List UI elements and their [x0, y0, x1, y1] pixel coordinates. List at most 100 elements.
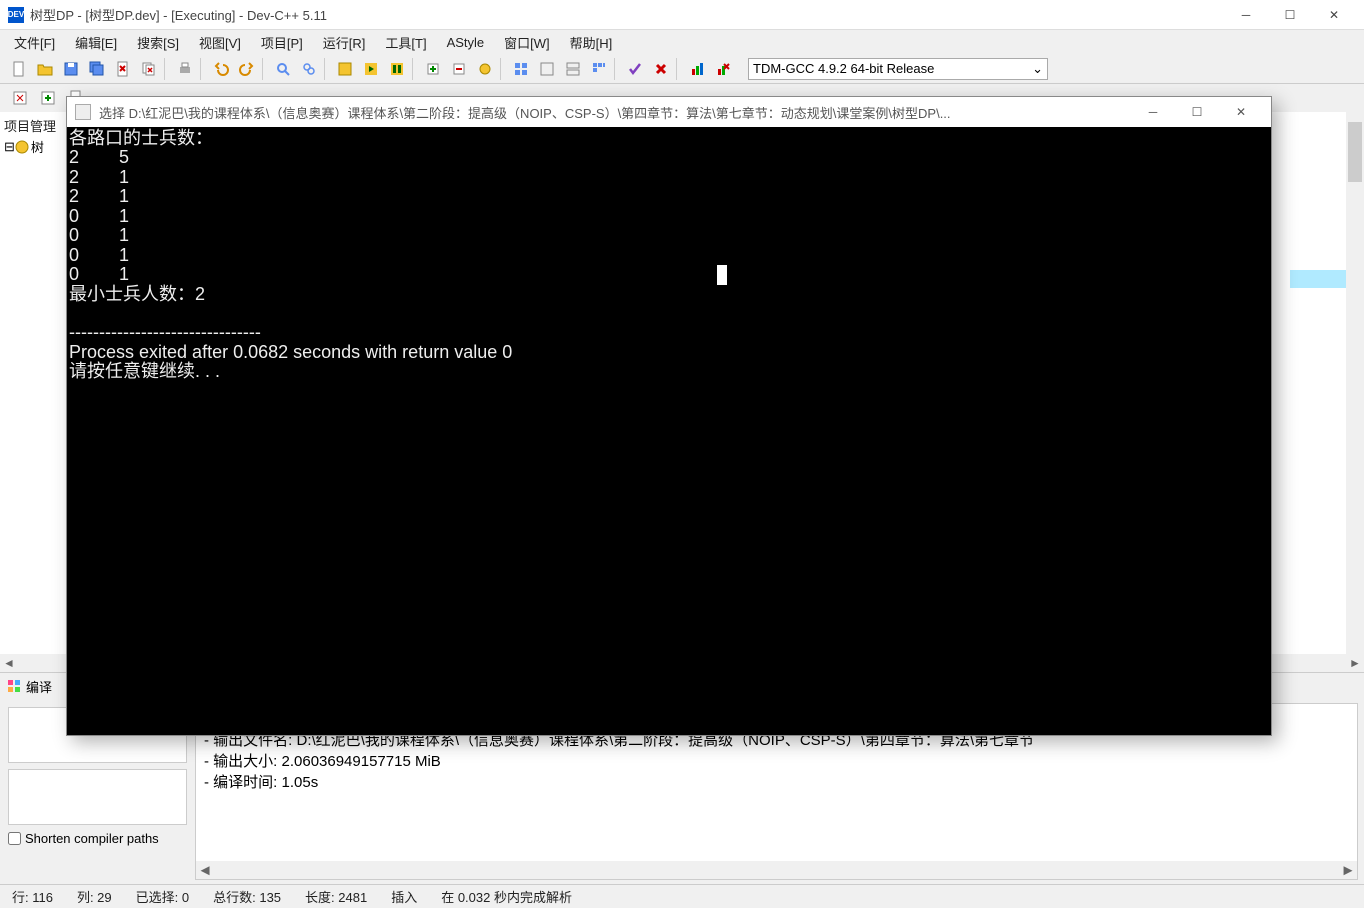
undo-icon[interactable]: [210, 58, 232, 80]
menu-file[interactable]: 文件[F]: [4, 31, 65, 54]
status-total: 总行数: 135: [201, 887, 293, 906]
toolbar-sep: [614, 58, 620, 80]
check-icon[interactable]: [624, 58, 646, 80]
console-line: Process exited after 0.0682 seconds with…: [69, 342, 512, 362]
console-line: 2 5: [69, 147, 129, 167]
toolbar: TDM-GCC 4.9.2 64-bit Release ⌄: [0, 54, 1364, 84]
console-close-button[interactable]: ✕: [1219, 98, 1263, 126]
close-file-icon[interactable]: [112, 58, 134, 80]
close-button[interactable]: ✕: [1312, 0, 1356, 30]
maximize-button[interactable]: ☐: [1268, 0, 1312, 30]
grid3-icon[interactable]: [562, 58, 584, 80]
menu-astyle[interactable]: AStyle: [437, 33, 495, 52]
grid2-icon[interactable]: [536, 58, 558, 80]
scroll-left-icon[interactable]: ◄: [196, 861, 214, 879]
debug-add-icon[interactable]: [422, 58, 444, 80]
toolbar-sep: [200, 58, 206, 80]
toolbar-sep: [164, 58, 170, 80]
status-ins: 插入: [379, 887, 429, 906]
project-sidebar: 项目管理 ⊟ 树: [0, 112, 70, 654]
console-line: 各路口的士兵数：: [69, 128, 213, 148]
run-icon[interactable]: [360, 58, 382, 80]
scroll-right-icon[interactable]: ►: [1339, 861, 1357, 879]
grid4-icon[interactable]: [588, 58, 610, 80]
console-title: 选择 D:\红泥巴\我的课程体系\（信息奥赛）课程体系\第二阶段：提高级（NOI…: [99, 103, 1131, 122]
tab-add-icon[interactable]: [36, 87, 60, 109]
chevron-down-icon: ⌄: [1032, 61, 1043, 77]
console-icon: [75, 104, 91, 120]
shorten-paths-input[interactable]: [8, 832, 21, 845]
save-all-icon[interactable]: [86, 58, 108, 80]
compile-tab-icon: [6, 678, 22, 694]
grid1-icon[interactable]: [510, 58, 532, 80]
console-titlebar[interactable]: 选择 D:\红泥巴\我的课程体系\（信息奥赛）课程体系\第二阶段：提高级（NOI…: [67, 97, 1271, 127]
console-line: 2 1: [69, 167, 129, 187]
tree-expand-icon[interactable]: ⊟: [4, 139, 15, 155]
status-sel: 已选择: 0: [124, 887, 201, 906]
debug-remove-icon[interactable]: [448, 58, 470, 80]
console-line: 0 1: [69, 225, 129, 245]
console-line: 0 1: [69, 264, 129, 284]
status-parse: 在 0.032 秒内完成解析: [429, 887, 584, 906]
profile-stop-icon[interactable]: [712, 58, 734, 80]
tab-close-icon[interactable]: [8, 87, 32, 109]
statusbar: 行: 116 列: 29 已选择: 0 总行数: 135 长度: 2481 插入…: [0, 884, 1364, 908]
scrollbar-thumb[interactable]: [1348, 122, 1362, 182]
scroll-right-icon[interactable]: ►: [1346, 654, 1364, 672]
toolbar-sep: [262, 58, 268, 80]
shorten-paths-checkbox[interactable]: Shorten compiler paths: [8, 831, 187, 846]
compile-run-icon[interactable]: [386, 58, 408, 80]
output-tab-label[interactable]: 编译: [26, 677, 52, 696]
print-icon[interactable]: [174, 58, 196, 80]
output-line: - 输出大小: 2.06036949157715 MiB: [204, 750, 1349, 771]
menu-help[interactable]: 帮助[H]: [560, 31, 623, 54]
main-titlebar: DEV 树型DP - [树型DP.dev] - [Executing] - De…: [0, 0, 1364, 30]
editor-vscroll[interactable]: [1346, 112, 1364, 654]
console-minimize-button[interactable]: ─: [1131, 98, 1175, 126]
console-line: 0 1: [69, 206, 129, 226]
find-icon[interactable]: [272, 58, 294, 80]
console-output[interactable]: 各路口的士兵数： 2 5 2 1 2 1 0 1 0 1 0 1 0 1 最小士…: [67, 127, 1271, 735]
tree-root-label: 树: [31, 137, 44, 156]
scroll-left-icon[interactable]: ◄: [0, 654, 18, 672]
profile-icon[interactable]: [686, 58, 708, 80]
toolbar-sep: [500, 58, 506, 80]
console-line: 最小士兵人数：2: [69, 284, 205, 304]
menu-tools[interactable]: 工具[T]: [375, 31, 436, 54]
console-line: 2 1: [69, 186, 129, 206]
editor-highlight-line: [1290, 270, 1346, 288]
menu-window[interactable]: 窗口[W]: [494, 31, 560, 54]
output-line: - 编译时间: 1.05s: [204, 771, 1349, 792]
toolbar-sep: [324, 58, 330, 80]
redo-icon[interactable]: [236, 58, 258, 80]
console-window: 选择 D:\红泥巴\我的课程体系\（信息奥赛）课程体系\第二阶段：提高级（NOI…: [66, 96, 1272, 736]
output-box-2: [8, 769, 187, 825]
output-hscroll[interactable]: ◄ ►: [196, 861, 1357, 879]
main-title: 树型DP - [树型DP.dev] - [Executing] - Dev-C+…: [30, 5, 1224, 24]
status-line: 行: 116: [0, 887, 65, 906]
project-icon: [15, 140, 29, 154]
debug-watch-icon[interactable]: [474, 58, 496, 80]
compile-icon[interactable]: [334, 58, 356, 80]
shorten-paths-label: Shorten compiler paths: [25, 831, 159, 846]
minimize-button[interactable]: ─: [1224, 0, 1268, 30]
sidebar-tree-root[interactable]: ⊟ 树: [4, 137, 65, 156]
save-icon[interactable]: [60, 58, 82, 80]
stop-icon[interactable]: [650, 58, 672, 80]
toolbar-sep: [412, 58, 418, 80]
menu-view[interactable]: 视图[V]: [189, 31, 251, 54]
menu-edit[interactable]: 编辑[E]: [65, 31, 127, 54]
menu-run[interactable]: 运行[R]: [313, 31, 376, 54]
menu-search[interactable]: 搜索[S]: [127, 31, 189, 54]
new-file-icon[interactable]: [8, 58, 30, 80]
replace-icon[interactable]: [298, 58, 320, 80]
open-folder-icon[interactable]: [34, 58, 56, 80]
console-line: --------------------------------: [69, 322, 261, 342]
close-all-icon[interactable]: [138, 58, 160, 80]
app-icon: DEV: [8, 7, 24, 23]
console-maximize-button[interactable]: ☐: [1175, 98, 1219, 126]
console-line: 0 1: [69, 245, 129, 265]
console-cursor: [717, 265, 727, 285]
compiler-select[interactable]: TDM-GCC 4.9.2 64-bit Release ⌄: [748, 58, 1048, 80]
menu-project[interactable]: 项目[P]: [251, 31, 313, 54]
